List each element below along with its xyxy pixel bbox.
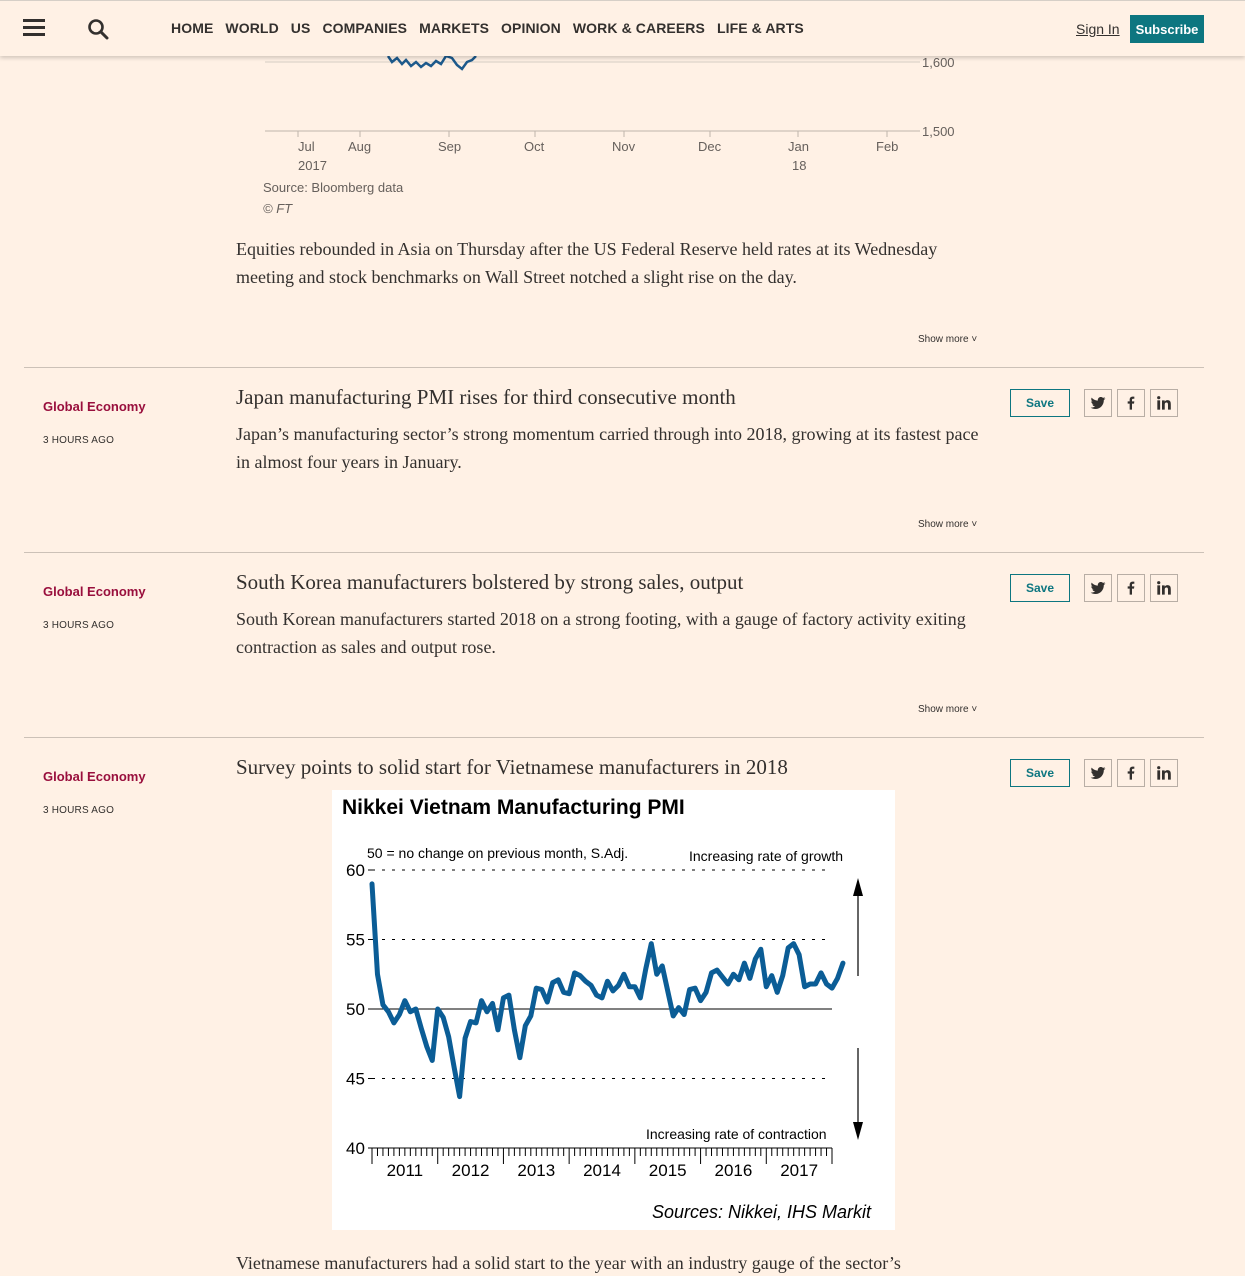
x-label-dec: Dec: [698, 139, 722, 154]
nav-us[interactable]: US: [291, 20, 311, 36]
menu-icon[interactable]: [23, 19, 45, 37]
pmi-chart-svg: Nikkei Vietnam Manufacturing PMI 50 = no…: [342, 796, 872, 1222]
top-navigation-bar: HOME WORLD US COMPANIES MARKETS OPINION …: [0, 0, 1245, 56]
x-axis-ticks: 2011 2012 2013 2014 2015 2016 2017: [371, 1148, 833, 1180]
post-time: 3 HOURS AGO: [43, 620, 115, 631]
annotation-contraction: Increasing rate of contraction: [646, 1126, 827, 1142]
share-linkedin-button[interactable]: [1150, 389, 1178, 417]
y-tick-label: 55: [346, 931, 365, 950]
subscribe-button[interactable]: Subscribe: [1130, 15, 1204, 43]
linkedin-icon: [1157, 396, 1171, 410]
post-category[interactable]: Global Economy: [43, 769, 146, 784]
chart-source: Source: Bloomberg data: [263, 180, 404, 195]
x-tick-label: 2012: [452, 1161, 490, 1180]
post-time: 3 HOURS AGO: [43, 435, 115, 446]
linkedin-icon: [1157, 766, 1171, 780]
facebook-icon: [1127, 766, 1135, 780]
twitter-icon: [1090, 767, 1106, 779]
arrow-up-icon: [853, 878, 863, 896]
chart-source: Sources: Nikkei, IHS Markit: [652, 1202, 872, 1222]
post-category[interactable]: Global Economy: [43, 399, 146, 414]
post-headline[interactable]: South Korea manufacturers bolstered by s…: [236, 570, 743, 595]
show-more-link[interactable]: Show more ˅: [918, 519, 977, 530]
x-label-feb: Feb: [876, 139, 898, 154]
share-twitter-button[interactable]: [1084, 389, 1112, 417]
divider: [24, 552, 1204, 553]
facebook-icon: [1127, 396, 1135, 410]
intro-paragraph: Equities rebounded in Asia on Thursday a…: [236, 239, 938, 287]
x-tick-label: 2015: [649, 1161, 687, 1180]
x-tick-label: 2013: [517, 1161, 555, 1180]
annotation-growth: Increasing rate of growth: [689, 848, 843, 864]
save-button[interactable]: Save: [1010, 389, 1070, 417]
primary-nav: HOME WORLD US COMPANIES MARKETS OPINION …: [171, 20, 816, 36]
pmi-series-line: [369, 881, 846, 1100]
show-more-link[interactable]: Show more ˅: [918, 704, 977, 715]
linkedin-icon: [1157, 581, 1171, 595]
save-button[interactable]: Save: [1010, 759, 1070, 787]
growth-arrow: [853, 878, 863, 976]
divider: [24, 737, 1204, 738]
chart-credit: © FT: [263, 201, 293, 216]
share-linkedin-button[interactable]: [1150, 574, 1178, 602]
nav-world[interactable]: WORLD: [225, 20, 278, 36]
facebook-icon: [1127, 581, 1135, 595]
share-twitter-button[interactable]: [1084, 759, 1112, 787]
divider: [24, 367, 1204, 368]
x-label-sep: Sep: [438, 139, 461, 154]
x-label-oct: Oct: [524, 139, 545, 154]
nav-opinion[interactable]: OPINION: [501, 20, 561, 36]
x-label-2017: 2017: [298, 158, 327, 173]
gridlines: [372, 869, 832, 1149]
twitter-icon: [1090, 397, 1106, 409]
search-icon[interactable]: [87, 18, 109, 40]
share-facebook-button[interactable]: [1117, 759, 1145, 787]
share-facebook-button[interactable]: [1117, 389, 1145, 417]
x-label-nov: Nov: [612, 139, 636, 154]
nav-home[interactable]: HOME: [171, 20, 213, 36]
show-more-link[interactable]: Show more ˅: [918, 334, 977, 345]
post-time: 3 HOURS AGO: [43, 805, 115, 816]
post-headline[interactable]: Japan manufacturing PMI rises for third …: [236, 385, 736, 410]
y-label-1600: 1,600: [922, 56, 955, 70]
chart-title: Nikkei Vietnam Manufacturing PMI: [342, 796, 685, 819]
share-twitter-button[interactable]: [1084, 574, 1112, 602]
x-label-18: 18: [792, 158, 806, 173]
nav-markets[interactable]: MARKETS: [419, 20, 489, 36]
share-facebook-button[interactable]: [1117, 574, 1145, 602]
y-tick-label: 50: [346, 1000, 365, 1019]
y-axis-ticks: 60 55 50 45 40: [346, 861, 372, 1158]
y-label-1500: 1,500: [922, 124, 955, 139]
y-tick-label: 40: [346, 1139, 365, 1158]
x-label-aug: Aug: [348, 139, 371, 154]
nav-work-careers[interactable]: WORK & CAREERS: [573, 20, 705, 36]
y-tick-label: 45: [346, 1070, 365, 1089]
save-button[interactable]: Save: [1010, 574, 1070, 602]
x-axis-ticks: [297, 131, 888, 137]
post-standfirst: Japan’s manufacturing sector’s strong mo…: [236, 424, 979, 472]
nav-life-arts[interactable]: LIFE & ARTS: [717, 20, 804, 36]
y-tick-label: 60: [346, 861, 365, 880]
share-linkedin-button[interactable]: [1150, 759, 1178, 787]
nav-companies[interactable]: COMPANIES: [322, 20, 407, 36]
x-tick-label: 2011: [387, 1161, 424, 1180]
chart-subtitle: 50 = no change on previous month, S.Adj.: [367, 845, 628, 861]
contraction-arrow: [853, 1048, 863, 1140]
x-tick-label: 2014: [583, 1161, 621, 1180]
post-standfirst: South Korean manufacturers started 2018 …: [236, 609, 966, 657]
sign-in-link[interactable]: Sign In: [1076, 21, 1120, 37]
x-tick-label: 2016: [715, 1161, 753, 1180]
post-category[interactable]: Global Economy: [43, 584, 146, 599]
pmi-chart: Nikkei Vietnam Manufacturing PMI 50 = no…: [332, 790, 895, 1230]
post-headline[interactable]: Survey points to solid start for Vietnam…: [236, 755, 788, 780]
arrow-down-icon: [853, 1122, 863, 1140]
top-chart: 1,600 1,500 Jul 2017 Aug Sep Oct Nov Dec…: [265, 56, 955, 173]
x-tick-label: 2017: [780, 1161, 818, 1180]
x-label-jul: Jul: [298, 139, 315, 154]
x-label-jan: Jan: [788, 139, 809, 154]
post-standfirst: Vietnamese manufacturers had a solid sta…: [236, 1253, 901, 1273]
twitter-icon: [1090, 582, 1106, 594]
